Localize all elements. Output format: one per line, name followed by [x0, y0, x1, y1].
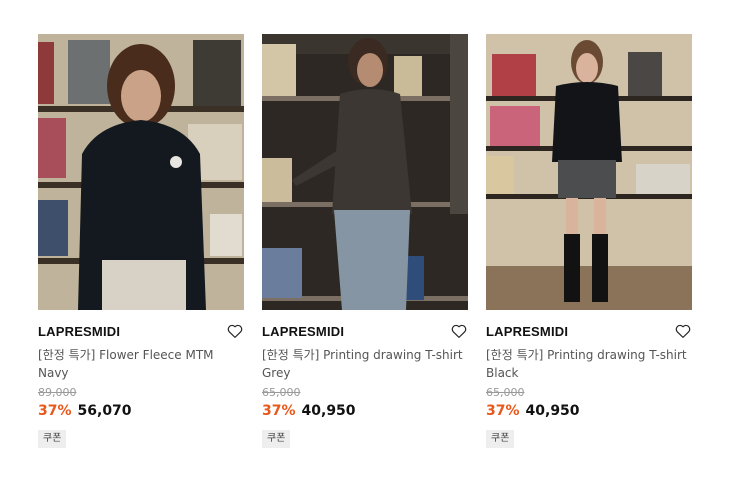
sale-price: 40,950 [301, 403, 356, 419]
coupon-badge: 쿠폰 [38, 430, 67, 448]
original-price: 89,000 [38, 386, 77, 399]
price-row: 37% 40,950 [486, 402, 692, 420]
product-title[interactable]: [한정 특가] Flower Fleece MTM Navy [38, 346, 244, 382]
price-row: 37% 56,070 [38, 402, 244, 420]
sale-price: 40,950 [525, 403, 580, 419]
product-grid: LAPRESMIDI [한정 특가] Flower Fleece MTM Nav… [0, 0, 740, 480]
brand-name[interactable]: LAPRESMIDI [486, 324, 692, 340]
product-title[interactable]: [한정 특가] Printing drawing T-shirt Grey [262, 346, 468, 382]
product-card[interactable]: LAPRESMIDI [한정 특가] Flower Fleece MTM Nav… [38, 34, 244, 448]
product-card[interactable]: LAPRESMIDI [한정 특가] Printing drawing T-sh… [262, 34, 468, 448]
coupon-badge: 쿠폰 [486, 430, 515, 448]
discount-rate: 37% [486, 403, 520, 419]
discount-rate: 37% [262, 403, 296, 419]
heart-outline-icon[interactable] [674, 322, 692, 340]
heart-outline-icon[interactable] [226, 322, 244, 340]
brand-name[interactable]: LAPRESMIDI [38, 324, 244, 340]
product-image[interactable] [486, 34, 692, 310]
product-title[interactable]: [한정 특가] Printing drawing T-shirt Black [486, 346, 692, 382]
brand-name[interactable]: LAPRESMIDI [262, 324, 468, 340]
original-price: 65,000 [262, 386, 301, 399]
product-image[interactable] [38, 34, 244, 310]
price-row: 37% 40,950 [262, 402, 468, 420]
original-price: 65,000 [486, 386, 525, 399]
heart-outline-icon[interactable] [450, 322, 468, 340]
coupon-badge: 쿠폰 [262, 430, 291, 448]
sale-price: 56,070 [77, 403, 132, 419]
discount-rate: 37% [38, 403, 72, 419]
product-image[interactable] [262, 34, 468, 310]
product-card[interactable]: LAPRESMIDI [한정 특가] Printing drawing T-sh… [486, 34, 692, 448]
